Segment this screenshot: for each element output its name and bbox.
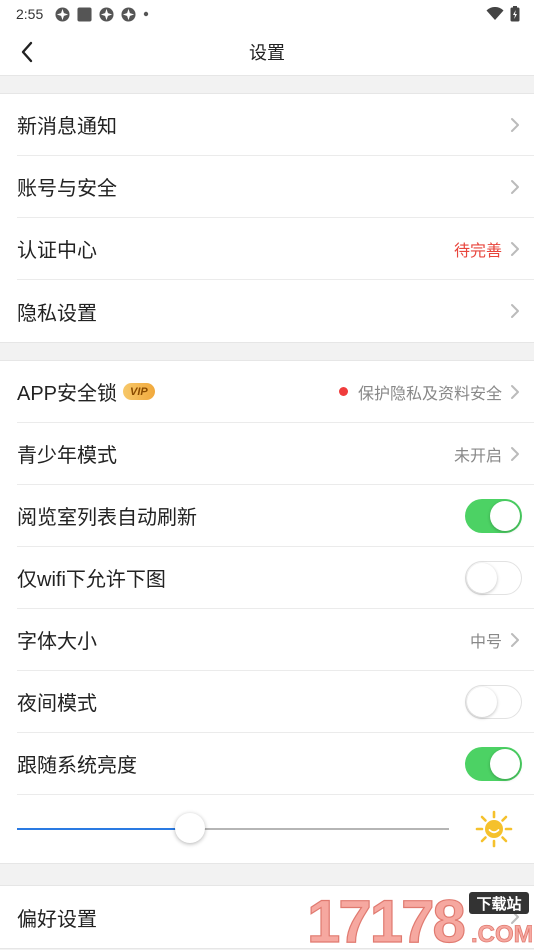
row-font-size[interactable]: 字体大小 中号 xyxy=(17,609,534,671)
chevron-right-icon xyxy=(511,117,519,132)
row-label: 跟随系统亮度 xyxy=(17,755,137,777)
section-gap xyxy=(0,343,534,361)
row-teen-mode[interactable]: 青少年模式 未开启 xyxy=(17,423,534,485)
app-notification-icon xyxy=(121,6,136,22)
status-bar: 2:55 xyxy=(0,0,534,28)
row-label: 仅wifi下允许下图 xyxy=(17,569,166,591)
back-button[interactable] xyxy=(12,37,42,67)
more-notifications-dot-icon xyxy=(144,11,149,17)
row-night-mode: 夜间模式 xyxy=(17,671,534,733)
row-label: 青少年模式 xyxy=(17,445,117,467)
watermark-sub: 下载站 xyxy=(476,895,521,913)
toggle-knob xyxy=(467,562,497,593)
toggle-knob xyxy=(490,500,520,531)
row-label: APP安全锁 xyxy=(17,383,118,405)
back-arrow-icon xyxy=(21,41,33,63)
row-privacy-settings[interactable]: 隐私设置 xyxy=(17,280,534,342)
row-account-security[interactable]: 账号与安全 xyxy=(17,156,534,218)
row-follow-system-brightness: 跟随系统亮度 xyxy=(17,733,534,795)
site-watermark: 17178 下载站 .COM xyxy=(307,888,532,948)
app-notification-icon xyxy=(55,6,70,22)
row-label: 新消息通知 xyxy=(17,116,117,138)
chevron-right-icon xyxy=(511,304,519,318)
row-label: 隐私设置 xyxy=(17,302,97,325)
section-gap xyxy=(0,864,534,886)
verification-status: 待完善 xyxy=(453,242,502,260)
follow-brightness-toggle[interactable] xyxy=(465,746,522,781)
row-label: 阅览室列表自动刷新 xyxy=(17,507,197,529)
chevron-right-icon xyxy=(511,241,519,256)
row-app-lock[interactable]: APP安全锁 VIP 保护隐私及资料安全 xyxy=(17,361,534,423)
toggle-knob xyxy=(490,748,520,779)
page-title: 设置 xyxy=(249,42,285,63)
teen-mode-status: 未开启 xyxy=(453,447,502,465)
auto-refresh-toggle[interactable] xyxy=(465,498,522,533)
system-icons xyxy=(486,6,520,22)
app-header: 设置 xyxy=(0,28,534,76)
app-notification-icon xyxy=(99,6,114,22)
watermark-number: 17178 xyxy=(307,888,464,948)
brightness-slider-fill xyxy=(17,828,190,830)
wifi-icon xyxy=(486,7,504,20)
wifi-only-toggle[interactable] xyxy=(465,560,522,595)
status-time: 2:55 xyxy=(16,6,44,22)
row-label: 夜间模式 xyxy=(17,693,97,715)
row-verification-center[interactable]: 认证中心 待完善 xyxy=(17,218,534,280)
battery-icon xyxy=(510,6,520,22)
row-label: 认证中心 xyxy=(17,240,97,262)
section-gap xyxy=(0,76,534,94)
app-notification-icon xyxy=(77,6,92,22)
account-section: 新消息通知 账号与安全 认证中心 待完善 隐私设置 xyxy=(0,94,534,343)
chevron-right-icon xyxy=(511,632,519,647)
row-wifi-only-images: 仅wifi下允许下图 xyxy=(17,547,534,609)
row-label: 字体大小 xyxy=(17,631,97,653)
font-size-value: 中号 xyxy=(469,633,502,651)
app-lock-description: 保护隐私及资料安全 xyxy=(357,385,502,403)
sun-icon xyxy=(475,810,513,848)
red-dot-indicator xyxy=(338,387,348,396)
toggle-knob xyxy=(467,686,497,717)
brightness-slider[interactable] xyxy=(17,813,449,843)
row-label: 偏好设置 xyxy=(17,908,97,931)
chevron-right-icon xyxy=(511,384,519,399)
chevron-right-icon xyxy=(511,179,519,194)
watermark-domain: .COM xyxy=(471,921,532,948)
row-auto-refresh: 阅览室列表自动刷新 xyxy=(17,485,534,547)
display-section: APP安全锁 VIP 保护隐私及资料安全 青少年模式 未开启 阅览室列表自动刷新… xyxy=(0,361,534,864)
night-mode-toggle[interactable] xyxy=(465,684,522,719)
brightness-slider-thumb[interactable] xyxy=(174,813,205,843)
row-new-message-notification[interactable]: 新消息通知 xyxy=(17,94,534,156)
brightness-slider-row xyxy=(17,795,534,863)
vip-badge: VIP xyxy=(123,383,155,400)
chevron-right-icon xyxy=(511,446,519,461)
notification-icons xyxy=(55,6,149,22)
row-label: 账号与安全 xyxy=(17,178,117,200)
